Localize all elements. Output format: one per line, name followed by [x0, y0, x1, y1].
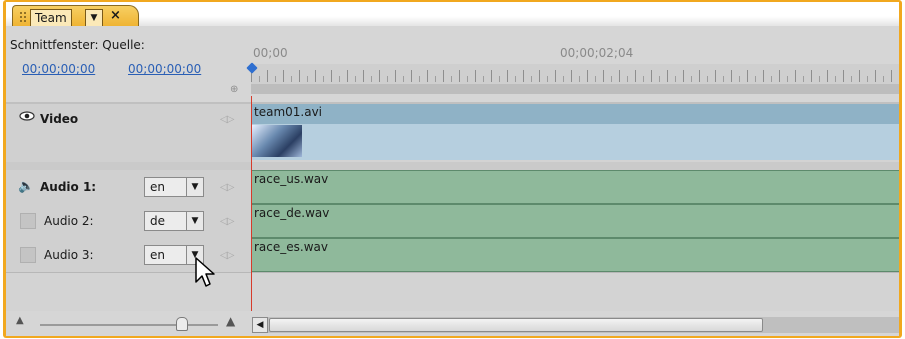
audio-track-1-header: 🔈 Audio 1: en ▼ ◁▷ [6, 170, 251, 204]
mouse-cursor-icon [195, 257, 215, 287]
audio-1-clip-name: race_us.wav [254, 172, 329, 186]
zoom-in-icon[interactable]: ▲ [226, 314, 235, 328]
audio-1-clip[interactable]: race_us.wav [252, 170, 899, 204]
keyframe-nav-icon[interactable]: ◁▷ [220, 114, 234, 125]
audio-track-2-header: Audio 2: de ▼ ◁▷ [6, 204, 251, 238]
video-track-header: Video ◁▷ [6, 104, 251, 162]
keyframe-nav-icon[interactable]: ◁▷ [220, 250, 234, 261]
video-clip-name: team01.avi [254, 105, 323, 119]
timeline-header: Schnittfenster: Quelle: 00;00;00;00 00;0… [6, 26, 251, 102]
audio-2-language-select[interactable]: de ▼ [144, 211, 204, 231]
grip-icon[interactable] [19, 11, 27, 24]
audio-track-2-name: Audio 2: [44, 214, 94, 228]
ruler-ticks-minor [259, 76, 899, 82]
audio-1-language-select[interactable]: en ▼ [144, 177, 204, 197]
playhead-line[interactable] [251, 96, 252, 336]
timecode-source[interactable]: 00;00;00;00 [128, 62, 201, 76]
audio-3-toggle[interactable] [20, 247, 36, 263]
video-clip-header[interactable]: team01.avi [252, 104, 899, 124]
audio-track-1-name: Audio 1: [40, 180, 97, 194]
snap-icon[interactable]: ⊕ [230, 84, 240, 95]
video-track: Video ◁▷ team01.avi [6, 104, 899, 163]
timeline-footer: ▲ ▲ ◀ [6, 311, 899, 336]
audio-2-clip-name: race_de.wav [254, 206, 330, 220]
separator [6, 162, 899, 170]
zoom-slider-handle[interactable] [176, 317, 188, 331]
chevron-down-icon[interactable]: ▼ [186, 178, 203, 196]
horizontal-scrollbar[interactable]: ◀ [252, 317, 899, 333]
keyframe-nav-icon[interactable]: ◁▷ [220, 182, 234, 193]
ruler-label-start: 00;00 [253, 46, 288, 60]
timecode-sequence[interactable]: 00;00;00;00 [22, 62, 95, 76]
audio-3-clip-name: race_es.wav [254, 240, 328, 254]
tab-bar: Team ▼ × [6, 2, 899, 29]
audio-3-clip[interactable]: race_es.wav [252, 238, 899, 272]
scrollbar-thumb[interactable] [269, 318, 763, 332]
audio-track-2: Audio 2: de ▼ ◁▷ race_de.wav [6, 204, 899, 239]
video-track-name: Video [40, 112, 79, 126]
timeline-panel: Schnittfenster: Quelle: 00;00;00;00 00;0… [6, 26, 899, 336]
audio-track-3-name: Audio 3: [44, 248, 94, 262]
video-clip-body[interactable] [252, 124, 899, 160]
zoom-slider[interactable] [40, 324, 218, 326]
tab-title[interactable]: Team [30, 9, 72, 27]
close-icon[interactable]: × [110, 8, 121, 23]
ruler-label-mid: 00;00;02;04 [560, 46, 634, 60]
tab-menu-button[interactable]: ▼ [85, 9, 103, 27]
chevron-down-icon[interactable]: ▼ [186, 212, 203, 230]
audio-2-toggle[interactable] [20, 213, 36, 229]
sequence-label: Schnittfenster: Quelle: [10, 38, 145, 52]
eye-icon[interactable] [19, 110, 35, 122]
audio-track-3: Audio 3: en ▼ ◁▷ race_es.wav [6, 238, 899, 273]
work-area-bar[interactable] [251, 84, 899, 94]
audio-3-language-value: en [150, 248, 165, 262]
keyframe-nav-icon[interactable]: ◁▷ [220, 216, 234, 227]
scroll-left-icon[interactable]: ◀ [252, 317, 268, 333]
time-ruler[interactable]: 00;00 00;00;02;04 [246, 26, 899, 102]
speaker-icon[interactable]: 🔈 [18, 179, 34, 194]
audio-1-language-value: en [150, 180, 165, 194]
audio-2-clip[interactable]: race_de.wav [252, 204, 899, 238]
audio-track-1: 🔈 Audio 1: en ▼ ◁▷ race_us.wav [6, 170, 899, 205]
video-thumbnail [252, 125, 302, 157]
audio-2-language-value: de [150, 214, 165, 228]
zoom-out-icon[interactable]: ▲ [16, 315, 24, 326]
